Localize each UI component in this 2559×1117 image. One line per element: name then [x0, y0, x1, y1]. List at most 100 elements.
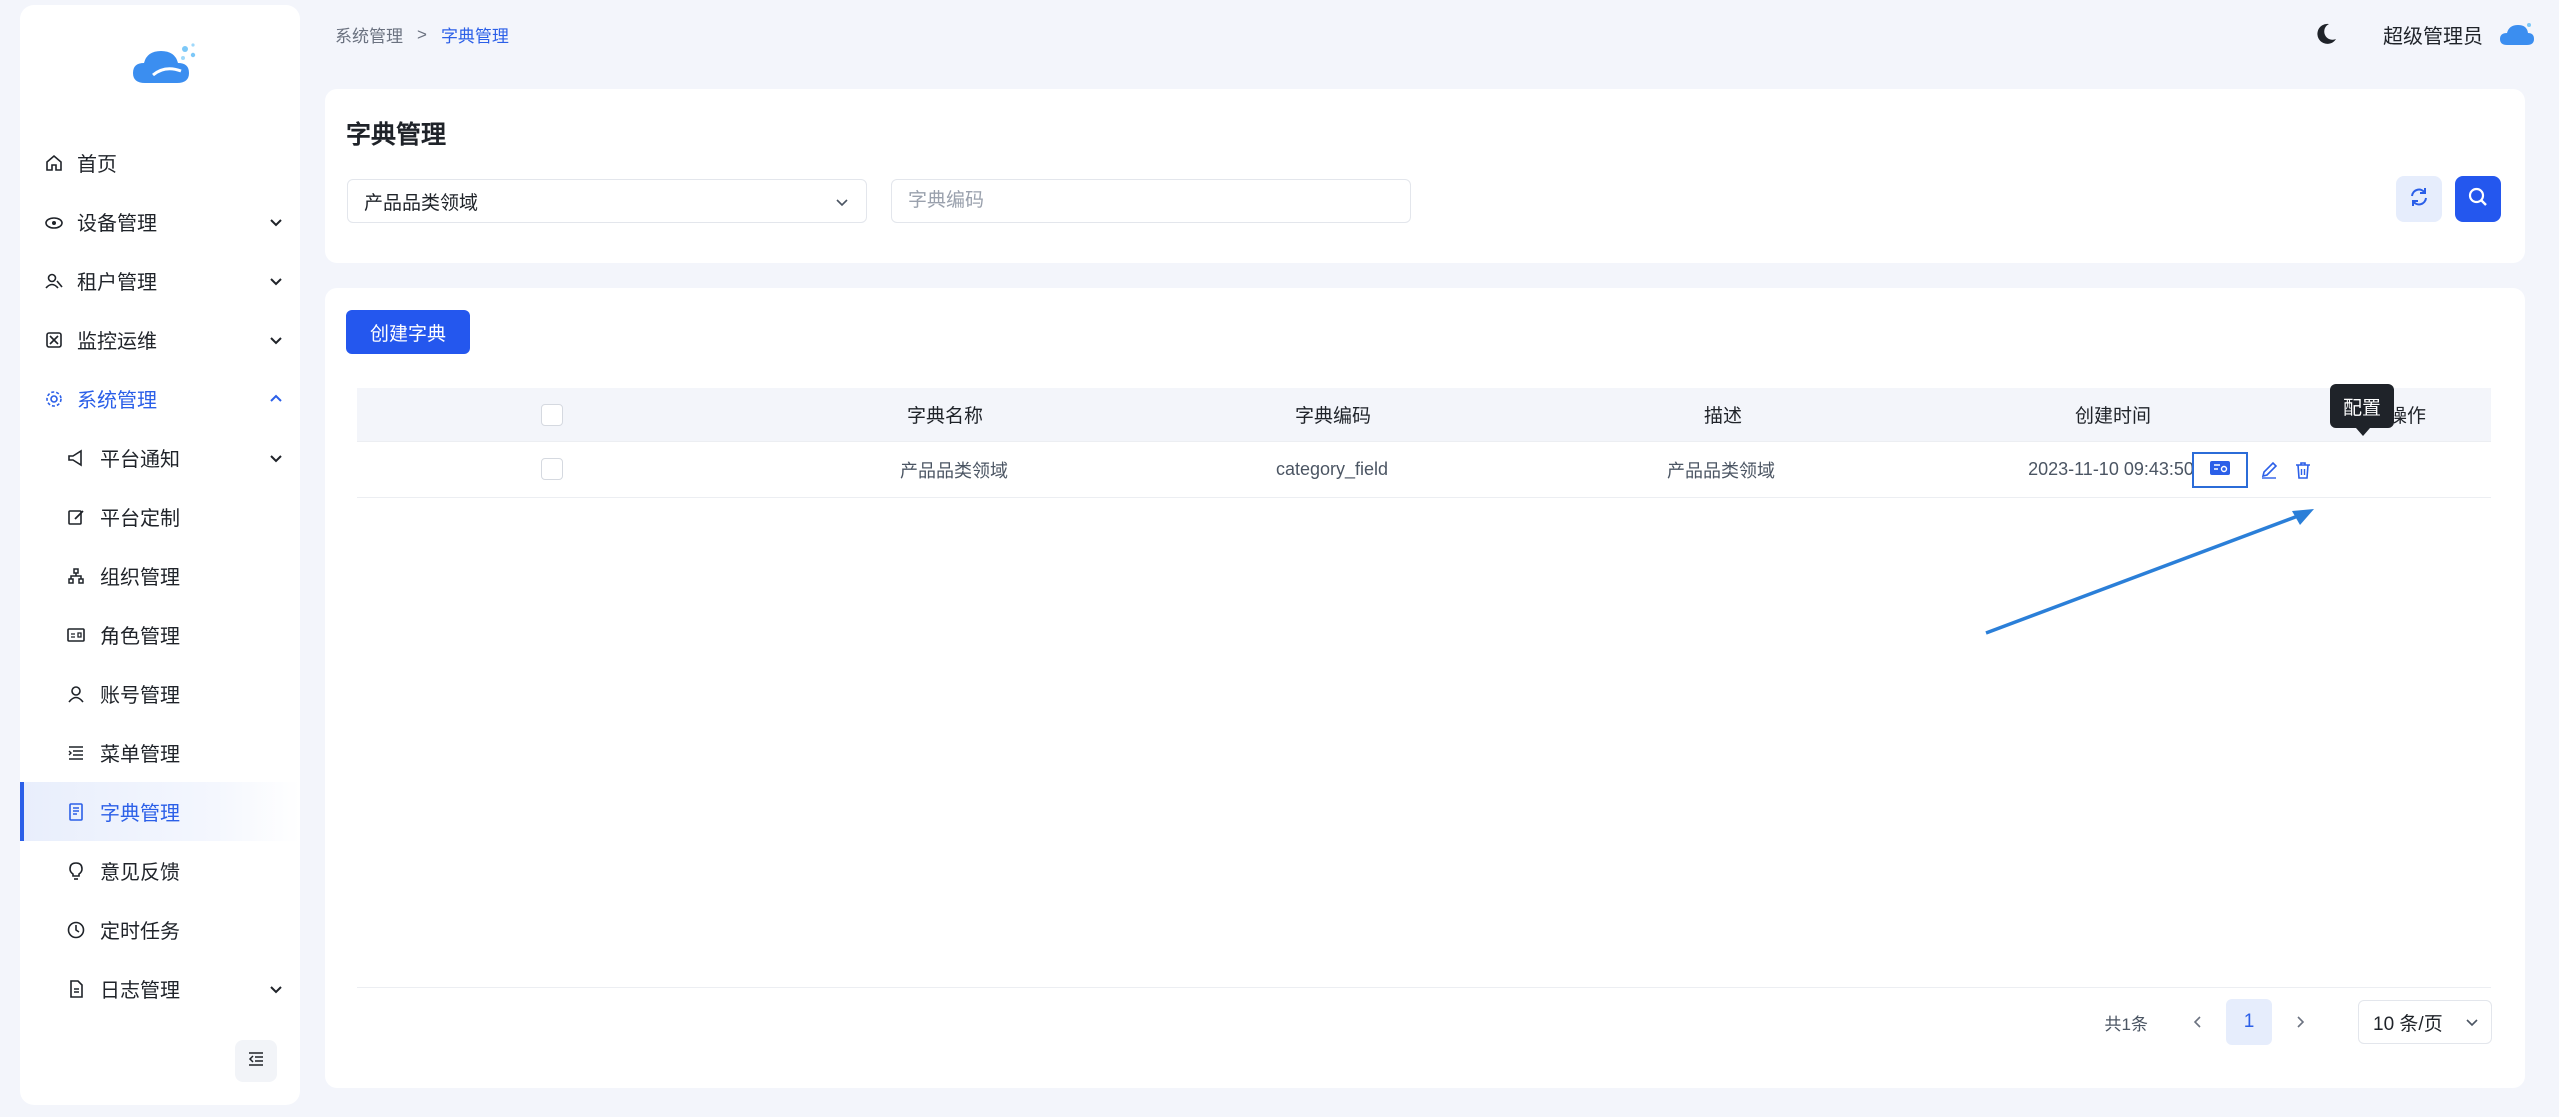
trash-icon — [2296, 462, 2310, 479]
search-button[interactable] — [2455, 176, 2501, 222]
home-icon — [43, 152, 65, 174]
sidebar-item-notice[interactable]: 平台通知 — [20, 428, 300, 487]
cell-code: category_field — [1275, 459, 1389, 479]
chevron-down-icon — [266, 330, 286, 350]
monitor-icon — [43, 329, 65, 351]
row-actions — [2192, 442, 2326, 498]
chevron-down-icon — [266, 979, 286, 999]
dictionary-icon — [65, 801, 87, 823]
user-name[interactable]: 超级管理员 — [2383, 20, 2483, 49]
table-row: 产品品类领域 category_field 产品品类领域 2023-11-10 … — [357, 442, 2491, 498]
sidebar-item-label: 意见反馈 — [100, 862, 180, 884]
chevron-down-icon — [266, 212, 286, 232]
column-header: 创建时间 — [2074, 406, 2152, 427]
bulb-icon — [65, 860, 87, 882]
sidebar-item-label: 租户管理 — [77, 272, 157, 294]
sidebar-item-schedule[interactable]: 定时任务 — [20, 900, 300, 959]
sidebar-item-monitor[interactable]: 监控运维 — [20, 310, 300, 369]
next-page-button[interactable] — [2286, 1008, 2314, 1036]
sidebar-item-menu[interactable]: 菜单管理 — [20, 723, 300, 782]
chevron-down-icon — [2463, 1013, 2481, 1031]
megaphone-icon — [65, 447, 87, 469]
user-area: 超级管理员 — [2313, 14, 2537, 54]
indent-icon — [246, 1049, 266, 1074]
app-logo — [125, 35, 205, 95]
create-dictionary-button[interactable]: 创建字典 — [346, 310, 470, 354]
chevron-down-icon — [266, 448, 286, 468]
moon-icon[interactable] — [2313, 21, 2339, 47]
cell-desc: 产品品类领域 — [1667, 460, 1775, 481]
users-icon — [43, 270, 65, 292]
delete-button[interactable] — [2292, 459, 2314, 481]
sidebar-item-org[interactable]: 组织管理 — [20, 546, 300, 605]
sidebar-item-label: 系统管理 — [77, 390, 157, 412]
sidebar: 首页 设备管理 租户管理 监控运维 系统管理 平台通知 平台定制 组织管理 角色… — [20, 5, 300, 1105]
sidebar-item-role[interactable]: 角色管理 — [20, 605, 300, 664]
config-tooltip: 配置 — [2330, 384, 2394, 436]
sidebar-menu: 首页 设备管理 租户管理 监控运维 系统管理 平台通知 平台定制 组织管理 角色… — [20, 133, 300, 1018]
edit-button[interactable] — [2258, 459, 2280, 481]
avatar[interactable] — [2497, 19, 2537, 49]
dictionary-code-input[interactable] — [891, 179, 1411, 223]
row-checkbox[interactable] — [541, 458, 563, 480]
sidebar-item-label: 监控运维 — [77, 331, 157, 353]
select-value: 产品品类领域 — [364, 192, 479, 214]
column-header: 字典名称 — [906, 406, 984, 427]
sidebar-item-account[interactable]: 账号管理 — [20, 664, 300, 723]
sidebar-item-label: 角色管理 — [100, 626, 180, 648]
breadcrumb-parent[interactable]: 系统管理 — [335, 22, 403, 47]
device-icon — [43, 211, 65, 233]
filter-panel: 字典管理 产品品类领域 — [325, 89, 2525, 263]
sidebar-item-customize[interactable]: 平台定制 — [20, 487, 300, 546]
chevron-left-icon — [2193, 1016, 2201, 1028]
menu-list-icon — [65, 742, 87, 764]
cell-created: 2023-11-10 09:43:50 — [2028, 459, 2194, 479]
config-button[interactable] — [2192, 452, 2248, 488]
sidebar-item-label: 组织管理 — [100, 567, 180, 589]
sidebar-item-home[interactable]: 首页 — [20, 133, 300, 192]
sidebar-item-device[interactable]: 设备管理 — [20, 192, 300, 251]
gear-icon — [43, 388, 65, 410]
prev-page-button[interactable] — [2184, 1008, 2212, 1036]
sidebar-item-label: 平台通知 — [100, 449, 180, 471]
sidebar-item-feedback[interactable]: 意见反馈 — [20, 841, 300, 900]
divider — [357, 987, 2491, 988]
cell-name: 产品品类领域 — [900, 460, 1008, 481]
sidebar-item-label: 日志管理 — [100, 980, 180, 1002]
page-title: 字典管理 — [346, 121, 447, 149]
page-number[interactable]: 1 — [2226, 999, 2272, 1045]
pagination: 共1条 1 10 条/页 — [2105, 999, 2492, 1045]
search-icon — [2466, 185, 2490, 214]
collapse-sidebar-button[interactable] — [235, 1040, 277, 1082]
sidebar-item-label: 设备管理 — [77, 213, 157, 235]
org-icon — [65, 565, 87, 587]
column-header: 字典编码 — [1294, 406, 1372, 427]
breadcrumb: 系统管理 > 字典管理 — [335, 22, 509, 47]
total-count: 共1条 — [2104, 1014, 2148, 1034]
select-all-checkbox[interactable] — [541, 404, 563, 426]
user-icon — [65, 683, 87, 705]
sidebar-item-dictionary[interactable]: 字典管理 — [20, 782, 300, 841]
chevron-down-icon — [832, 192, 852, 212]
table-header: 字典名称 字典编码 描述 创建时间 操作 — [357, 388, 2491, 442]
sidebar-item-label: 平台定制 — [100, 508, 180, 530]
page-size-select[interactable]: 10 条/页 — [2358, 1000, 2492, 1044]
sidebar-item-log[interactable]: 日志管理 — [20, 959, 300, 1018]
refresh-icon — [2407, 185, 2431, 214]
breadcrumb-current: 字典管理 — [440, 27, 509, 46]
id-card-icon — [65, 624, 87, 646]
dictionary-select[interactable]: 产品品类领域 — [347, 179, 867, 223]
page-size-value: 10 条/页 — [2373, 1013, 2443, 1035]
annotation-arrow — [1985, 509, 2314, 635]
sidebar-item-system[interactable]: 系统管理 — [20, 369, 300, 428]
sidebar-item-label: 定时任务 — [100, 921, 180, 943]
sidebar-item-tenant[interactable]: 租户管理 — [20, 251, 300, 310]
document-icon — [65, 978, 87, 1000]
pencil-icon — [2261, 461, 2278, 479]
sidebar-item-label: 字典管理 — [100, 803, 180, 825]
reset-button[interactable] — [2396, 176, 2442, 222]
chevron-down-icon — [266, 271, 286, 291]
breadcrumb-separator: > — [417, 24, 427, 44]
clock-icon — [65, 919, 87, 941]
edit-icon — [65, 506, 87, 528]
